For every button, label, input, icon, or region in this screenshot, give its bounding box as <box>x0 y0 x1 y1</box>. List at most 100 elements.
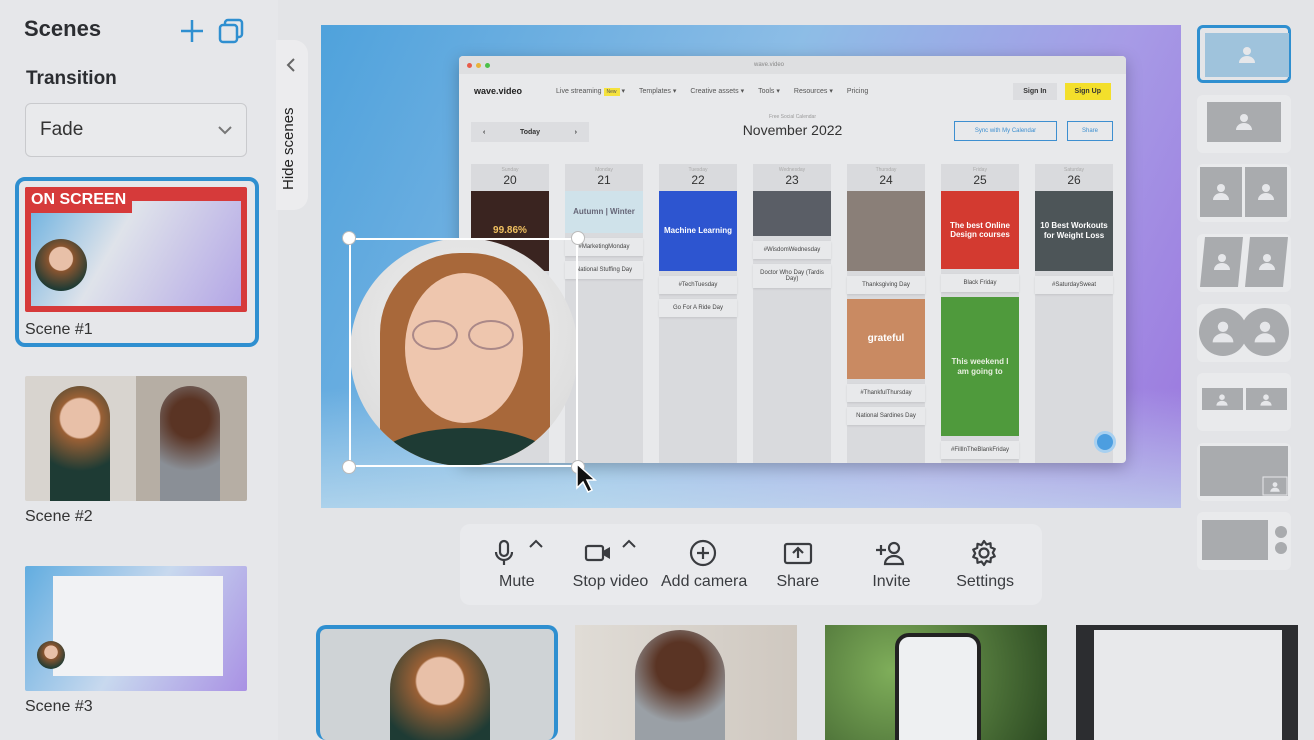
share-button[interactable]: Share <box>752 539 844 591</box>
site-logo: wave.video <box>474 86 523 96</box>
hide-scenes-label: Hide scenes <box>280 107 297 190</box>
presenter-avatar <box>35 239 87 291</box>
calendar-day: Thursday 24 Thanksgiving Day grateful #Thank… <box>847 164 925 463</box>
post-event-card[interactable]: #SaturdaySweat <box>1035 276 1113 294</box>
stage-preview: wave.video wave.video Live streaming New… <box>321 25 1181 508</box>
day-number: 22 <box>691 173 705 187</box>
resize-handle[interactable] <box>342 231 356 245</box>
calendar-day: Tuesday 22 Machine Learning #TechTuesday Go … <box>659 164 737 463</box>
control-label: Stop video <box>572 572 649 590</box>
camera-thumbnail-1[interactable] <box>316 625 558 740</box>
layout-side-by-side[interactable] <box>1197 164 1291 222</box>
screen-share-thumbnail[interactable] <box>1076 625 1298 740</box>
settings-button[interactable]: Settings <box>939 539 1031 591</box>
share-screen-icon <box>783 542 812 564</box>
invite-button[interactable]: Invite <box>845 539 937 591</box>
resize-frame <box>349 238 578 467</box>
scene-thumbnail: ON SCREEN <box>25 187 247 312</box>
layout-single[interactable] <box>1197 95 1291 153</box>
layout-icon <box>1200 237 1288 287</box>
nav-item[interactable]: Pricing <box>847 88 868 95</box>
camera-thumbnail-2[interactable] <box>575 625 797 740</box>
day-number: 23 <box>785 173 799 187</box>
sign-up-button[interactable]: Sign Up <box>1064 82 1111 100</box>
post-image-card[interactable]: The best Online Design courses <box>941 191 1019 270</box>
chevron-down-icon <box>218 126 232 135</box>
transition-value: Fade <box>40 119 84 140</box>
layout-screen-with-pip[interactable] <box>1197 443 1291 501</box>
scenes-sidebar: Scenes Transition Fade ON SCREEN Scene #… <box>0 0 278 740</box>
day-number: 21 <box>597 173 611 187</box>
nav-item[interactable]: Resources ▾ <box>794 87 833 95</box>
control-label: Mute <box>499 572 535 590</box>
control-label: Share <box>776 572 820 590</box>
control-label: Settings <box>956 572 1015 590</box>
nav-item[interactable]: Tools ▾ <box>758 87 780 95</box>
post-image-card[interactable]: 10 Best Workouts for Weight Loss <box>1035 191 1113 271</box>
post-image-card[interactable]: Autumn | Winter <box>565 191 643 233</box>
post-event-card[interactable]: #WisdomWednesday <box>753 241 831 259</box>
add-camera-button[interactable]: Add camera <box>658 539 750 591</box>
calendar-share-button[interactable]: Share <box>1067 121 1113 141</box>
sign-in-button[interactable]: Sign In <box>1013 82 1057 100</box>
post-event-card[interactable]: #ThankfulThursday <box>847 384 925 402</box>
camera-overlay[interactable] <box>342 231 597 494</box>
resize-handle[interactable] <box>571 231 585 245</box>
scene-card-3[interactable]: Scene #3 <box>15 566 259 716</box>
layout-angled-split[interactable] <box>1197 234 1291 292</box>
post-event-card[interactable]: Go For A Ride Day <box>659 299 737 317</box>
layout-two-small[interactable] <box>1197 373 1291 431</box>
on-screen-badge: ON SCREEN <box>25 187 133 213</box>
stop-video-button[interactable]: Stop video <box>564 539 656 591</box>
calendar-day: Friday 25 The best Online Design courses Bl… <box>941 164 1019 463</box>
post-image-card[interactable]: This weekend I am going to <box>941 297 1019 436</box>
layout-two-circles[interactable] <box>1197 304 1291 362</box>
microphone-icon <box>494 539 513 565</box>
post-image-card[interactable] <box>847 191 925 271</box>
scene-card-1[interactable]: ON SCREEN Scene #1 <box>15 177 259 347</box>
scene-thumbnail <box>25 376 247 501</box>
plus-icon[interactable] <box>180 19 204 43</box>
scene-label: Scene #2 <box>25 508 93 525</box>
post-event-card[interactable]: Thanksgiving Day <box>847 276 925 294</box>
post-event-card[interactable]: #FillInTheBlankFriday <box>941 441 1019 459</box>
nav-item[interactable]: Templates ▾ <box>639 87 676 95</box>
mute-button[interactable]: Mute <box>471 539 563 591</box>
caret-up-icon[interactable] <box>529 539 543 567</box>
transition-select[interactable]: Fade <box>25 103 247 157</box>
resize-handle[interactable] <box>342 460 356 474</box>
new-badge: New <box>603 88 620 96</box>
layout-icon <box>1200 167 1287 217</box>
calendar-day: Saturday 26 10 Best Workouts for Weight Lo… <box>1035 164 1113 463</box>
site-nav: wave.video Live streaming New ▾ Template… <box>459 74 1126 108</box>
video-camera-icon <box>585 544 611 561</box>
post-image-card[interactable]: grateful <box>847 299 925 379</box>
chat-widget-icon[interactable] <box>1094 431 1116 453</box>
post-event-card[interactable]: #TechTuesday <box>659 276 737 294</box>
post-image-card[interactable] <box>753 191 831 236</box>
hide-scenes-toggle[interactable]: Hide scenes <box>276 40 308 210</box>
layout-screen-with-side-avatars[interactable] <box>1197 512 1291 570</box>
post-image-card[interactable]: Machine Learning <box>659 191 737 271</box>
scene-card-2[interactable]: Scene #2 <box>15 376 259 526</box>
nav-item[interactable]: Creative assets ▾ <box>690 87 744 95</box>
camera-thumbnail-3[interactable] <box>825 625 1047 740</box>
day-number: 24 <box>879 173 893 187</box>
duplicate-icon[interactable] <box>218 18 244 44</box>
layout-single-large[interactable] <box>1197 25 1291 83</box>
calendar-day: Wednesday 23 #WisdomWednesday Doctor Who Da… <box>753 164 831 463</box>
sync-calendar-button[interactable]: Sync with My Calendar <box>954 121 1057 141</box>
day-number: 26 <box>1067 173 1081 187</box>
gear-icon <box>972 539 997 566</box>
post-event-card[interactable]: National Sardines Day <box>847 407 925 425</box>
layout-icon <box>1202 520 1287 560</box>
caret-up-icon[interactable] <box>622 539 637 567</box>
day-number: 20 <box>503 173 517 187</box>
post-event-card[interactable]: Doctor Who Day (Tardis Day) <box>753 264 831 288</box>
browser-url: wave.video <box>754 62 785 68</box>
post-event-card[interactable]: Black Friday <box>941 274 1019 293</box>
scene-label: Scene #1 <box>25 321 93 338</box>
scenes-title: Scenes <box>24 16 102 41</box>
nav-item[interactable]: Live streaming New ▾ <box>556 87 625 96</box>
layout-icon <box>1205 33 1289 77</box>
